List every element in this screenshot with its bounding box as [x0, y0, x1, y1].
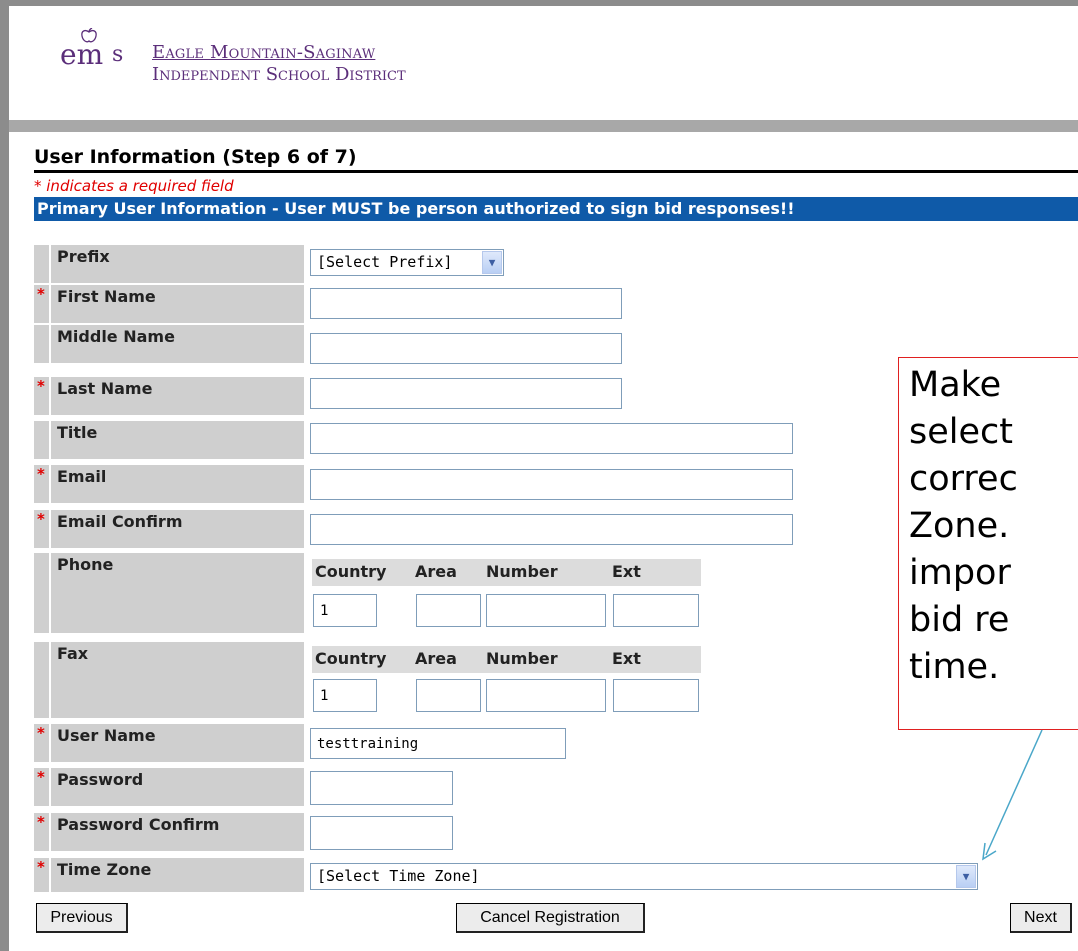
phone-country-field[interactable] — [313, 594, 377, 627]
required-cell — [34, 421, 49, 459]
column-header-area: Area — [415, 562, 457, 581]
middle-name-label: Middle Name — [51, 325, 304, 363]
phone-ext-field[interactable] — [613, 594, 699, 627]
district-name-line1: Eagle Mountain-Saginaw — [152, 42, 376, 63]
callout-text: Make select correc Zone. impor bid re ti… — [909, 365, 1018, 687]
page-title: User Information (Step 6 of 7) — [34, 146, 357, 168]
fax-country-field[interactable] — [313, 679, 377, 712]
time-zone-select[interactable]: [Select Time Zone] ▼ — [310, 863, 978, 890]
last-name-field[interactable] — [310, 378, 622, 409]
password-confirm-label: Password Confirm — [51, 813, 304, 851]
required-cell: * — [34, 465, 49, 503]
section-title: Primary User Information - User MUST be … — [37, 199, 795, 218]
fax-label: Fax — [51, 642, 304, 718]
section-header: Primary User Information - User MUST be … — [34, 197, 1078, 221]
column-header-number: Number — [486, 649, 558, 668]
column-header-ext: Ext — [612, 649, 641, 668]
required-cell — [34, 553, 49, 633]
first-name-label: First Name — [51, 285, 304, 323]
last-name-label: Last Name — [51, 377, 304, 415]
required-field-note: * indicates a required field — [34, 177, 234, 195]
phone-label: Phone — [51, 553, 304, 633]
column-header-country: Country — [315, 649, 387, 668]
time-zone-callout: Make select correc Zone. impor bid re ti… — [898, 357, 1078, 730]
required-cell — [34, 642, 49, 718]
phone-number-field[interactable] — [486, 594, 606, 627]
next-button[interactable]: Next — [1010, 903, 1072, 933]
district-logo: em s Eagle Mountain-Saginaw Independent … — [60, 28, 406, 88]
required-cell: * — [34, 768, 49, 806]
user-name-field[interactable] — [310, 728, 566, 759]
prefix-label: Prefix — [51, 245, 304, 283]
password-confirm-field[interactable] — [310, 816, 453, 850]
phone-column-headers: Country Area Number Ext — [312, 559, 701, 586]
title-field[interactable] — [310, 423, 793, 454]
cancel-registration-button[interactable]: Cancel Registration — [456, 903, 645, 933]
required-cell: * — [34, 813, 49, 851]
logo-mark-s: s — [112, 42, 124, 67]
middle-name-field[interactable] — [310, 333, 622, 364]
prefix-select[interactable]: [Select Prefix] ▼ — [310, 249, 504, 276]
window-frame-left — [0, 0, 9, 951]
required-cell — [34, 325, 49, 363]
email-field[interactable] — [310, 469, 793, 500]
fax-area-field[interactable] — [416, 679, 481, 712]
email-confirm-field[interactable] — [310, 514, 793, 545]
required-cell: * — [34, 377, 49, 415]
header-divider — [9, 120, 1078, 132]
column-header-ext: Ext — [612, 562, 641, 581]
title-label: Title — [51, 421, 304, 459]
column-header-area: Area — [415, 649, 457, 668]
email-confirm-label: Email Confirm — [51, 510, 304, 548]
first-name-field[interactable] — [310, 288, 622, 319]
title-divider — [34, 170, 1078, 173]
required-cell: * — [34, 510, 49, 548]
fax-ext-field[interactable] — [613, 679, 699, 712]
password-label: Password — [51, 768, 304, 806]
required-cell: * — [34, 724, 49, 762]
required-cell — [34, 245, 49, 283]
column-header-country: Country — [315, 562, 387, 581]
column-header-number: Number — [486, 562, 558, 581]
required-cell: * — [34, 858, 49, 892]
user-name-label: User Name — [51, 724, 304, 762]
previous-button[interactable]: Previous — [36, 903, 128, 933]
time-zone-label: Time Zone — [51, 858, 304, 892]
chevron-down-icon[interactable]: ▼ — [956, 865, 976, 888]
required-cell: * — [34, 285, 49, 323]
logo-mark: em — [60, 38, 104, 71]
fax-number-field[interactable] — [486, 679, 606, 712]
chevron-down-icon[interactable]: ▼ — [482, 251, 502, 274]
phone-area-field[interactable] — [416, 594, 481, 627]
fax-column-headers: Country Area Number Ext — [312, 646, 701, 673]
district-name-line2: Independent School District — [152, 64, 406, 85]
email-label: Email — [51, 465, 304, 503]
password-field[interactable] — [310, 771, 453, 805]
